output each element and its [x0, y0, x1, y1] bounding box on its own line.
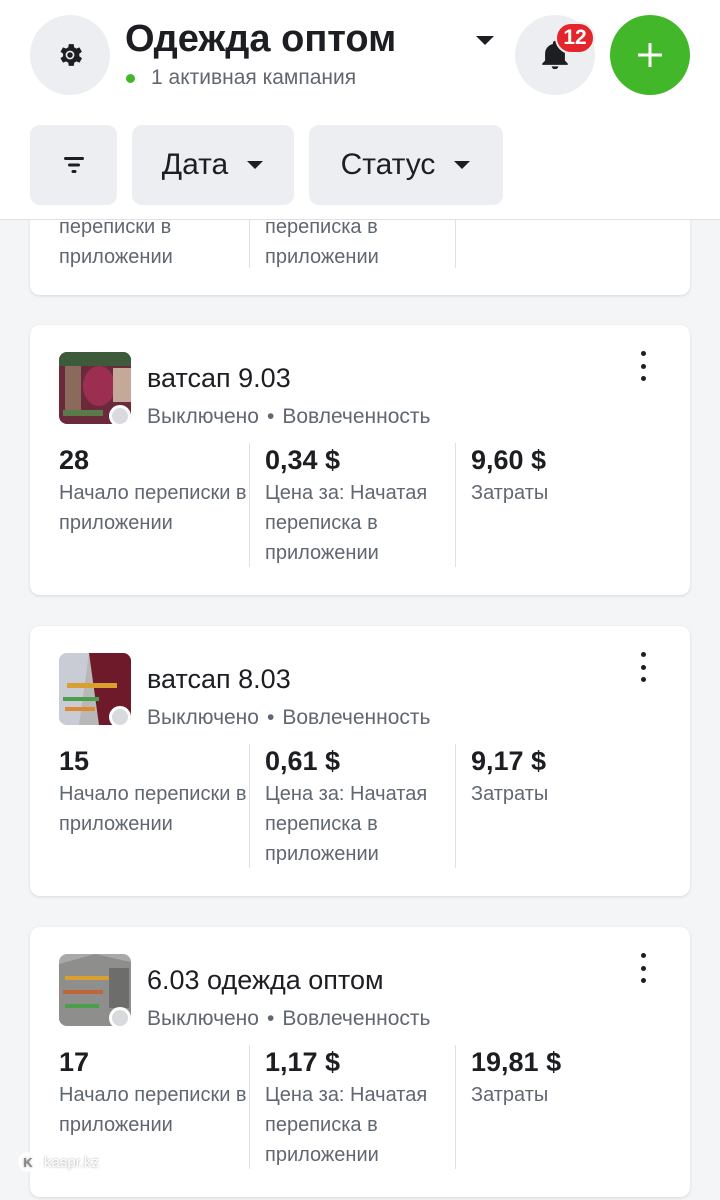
metric-results: 17 Начало переписки в приложении	[59, 1045, 249, 1169]
gear-icon	[60, 44, 82, 66]
separator-dot: •	[266, 706, 275, 729]
metric-label: Начало переписки в приложении	[59, 783, 247, 835]
separator-dot: •	[266, 1007, 275, 1030]
ad-name[interactable]: 6.03 одежда оптом	[147, 965, 384, 996]
metric-label: Затраты	[471, 482, 549, 504]
metric-value: 9,17 $	[471, 746, 547, 776]
status-dot-icon	[109, 405, 131, 427]
filter-button[interactable]	[30, 125, 117, 205]
ad-card[interactable]: ватсап 9.03 Выключено • Вовлеченность 28 Н…	[30, 325, 690, 595]
chevron-down-icon	[454, 160, 471, 169]
metric-cost-per-result: 0,61 $ Цена за: Начатая переписка в прил…	[265, 744, 465, 868]
metric-results: 28 Начало переписки в приложении	[59, 443, 249, 567]
metric-value: 0,34 $	[265, 445, 341, 475]
metric-spend: 9,17 $ Затраты	[471, 744, 661, 868]
ad-status: Выключено	[147, 706, 259, 729]
metric-label: переписка в приложении	[265, 216, 379, 268]
metric-spend: 19,81 $ Затраты	[471, 1045, 661, 1169]
metric-value: 9,60 $	[471, 445, 547, 475]
metric-divider	[455, 744, 456, 868]
metric-results: 15 Начало переписки в приложении	[59, 744, 249, 868]
metric-divider	[455, 212, 456, 268]
account-title[interactable]: Одежда оптом	[125, 18, 396, 61]
metric-value: 28	[59, 445, 90, 475]
ad-status: Выключено	[147, 1007, 259, 1030]
metric-value: 15	[59, 746, 90, 776]
metric-label: Начало переписки в приложении	[59, 482, 247, 534]
metric-results: переписки в приложении	[59, 212, 249, 268]
status-filter-label: Статус	[340, 148, 436, 181]
ad-objective: Вовлеченность	[282, 706, 431, 729]
watermark-logo-icon: K	[18, 1152, 38, 1172]
metric-cost-per-result: 0,34 $ Цена за: Начатая переписка в прил…	[265, 443, 465, 567]
active-campaigns-status: 1 активная кампания	[125, 66, 356, 90]
metric-label: Цена за: Начатая переписка в приложении	[265, 783, 428, 865]
filter-icon	[63, 157, 84, 173]
ad-name[interactable]: ватсап 8.03	[147, 664, 291, 695]
ad-metrics: 28 Начало переписки в приложении 0,34 $ …	[59, 443, 679, 567]
metric-divider	[249, 744, 250, 868]
ad-card[interactable]: 6.03 одежда оптом Выключено • Вовлеченност…	[30, 927, 690, 1197]
ad-subtitle: Выключено • Вовлеченность	[147, 706, 430, 730]
ad-metrics: 15 Начало переписки в приложении 0,61 $ …	[59, 744, 679, 868]
metric-value: 19,81 $	[471, 1047, 562, 1077]
ad-status: Выключено	[147, 405, 259, 428]
notifications-badge: 12	[555, 22, 595, 54]
more-options-button[interactable]	[630, 953, 656, 983]
metric-divider	[455, 1045, 456, 1169]
status-filter-dropdown[interactable]: Статус	[309, 125, 503, 205]
more-dots-icon	[640, 953, 646, 958]
metric-value: 0,61 $	[265, 746, 341, 776]
create-button[interactable]	[610, 15, 690, 95]
metric-value: 17	[59, 1047, 90, 1077]
metric-divider	[249, 212, 250, 268]
ad-objective: Вовлеченность	[282, 405, 431, 428]
metric-label: Цена за: Начатая переписка в приложении	[265, 1084, 428, 1166]
metric-divider	[249, 1045, 250, 1169]
more-dots-icon	[640, 652, 646, 657]
ad-name[interactable]: ватсап 9.03	[147, 363, 291, 394]
active-dot-icon	[126, 73, 135, 83]
active-campaigns-text: 1 активная кампания	[151, 66, 357, 89]
metric-cost-per-result: 1,17 $ Цена за: Начатая переписка в прил…	[265, 1045, 465, 1169]
metric-divider	[249, 443, 250, 567]
metric-label: Затраты	[471, 1084, 549, 1106]
ad-metrics: переписки в приложении переписка в прило…	[59, 212, 679, 268]
ad-subtitle: Выключено • Вовлеченность	[147, 405, 430, 429]
metric-value: 1,17 $	[265, 1047, 341, 1077]
date-filter-label: Дата	[161, 148, 229, 181]
metric-label: Начало переписки в приложении	[59, 1084, 247, 1136]
status-dot-icon	[109, 1007, 131, 1029]
settings-button[interactable]	[30, 15, 110, 95]
more-dots-icon	[640, 351, 646, 356]
date-filter-dropdown[interactable]: Дата	[132, 125, 294, 205]
more-options-button[interactable]	[630, 652, 656, 682]
chevron-down-icon	[247, 160, 264, 169]
metric-spend: 9,60 $ Затраты	[471, 443, 661, 567]
separator-dot: •	[266, 405, 275, 428]
plus-icon	[638, 43, 662, 67]
status-dot-icon	[109, 706, 131, 728]
chevron-down-icon[interactable]	[474, 34, 496, 48]
ad-metrics: 17 Начало переписки в приложении 1,17 $ …	[59, 1045, 679, 1169]
ad-subtitle: Выключено • Вовлеченность	[147, 1007, 430, 1031]
metric-divider	[455, 443, 456, 567]
ad-card[interactable]: ватсап 8.03 Выключено • Вовлеченность 15 Н…	[30, 626, 690, 896]
watermark-text: kaspr.kz	[44, 1153, 100, 1171]
top-header: Одежда оптом 1 активная кампания 12 Дата…	[0, 0, 720, 220]
metric-label: переписки в приложении	[59, 216, 173, 268]
ad-objective: Вовлеченность	[282, 1007, 431, 1030]
metric-label: Затраты	[471, 783, 549, 805]
metric-cost-per-result: переписка в приложении	[265, 212, 465, 268]
more-options-button[interactable]	[630, 351, 656, 381]
watermark: K kaspr.kz	[18, 1152, 99, 1172]
metric-label: Цена за: Начатая переписка в приложении	[265, 482, 428, 564]
